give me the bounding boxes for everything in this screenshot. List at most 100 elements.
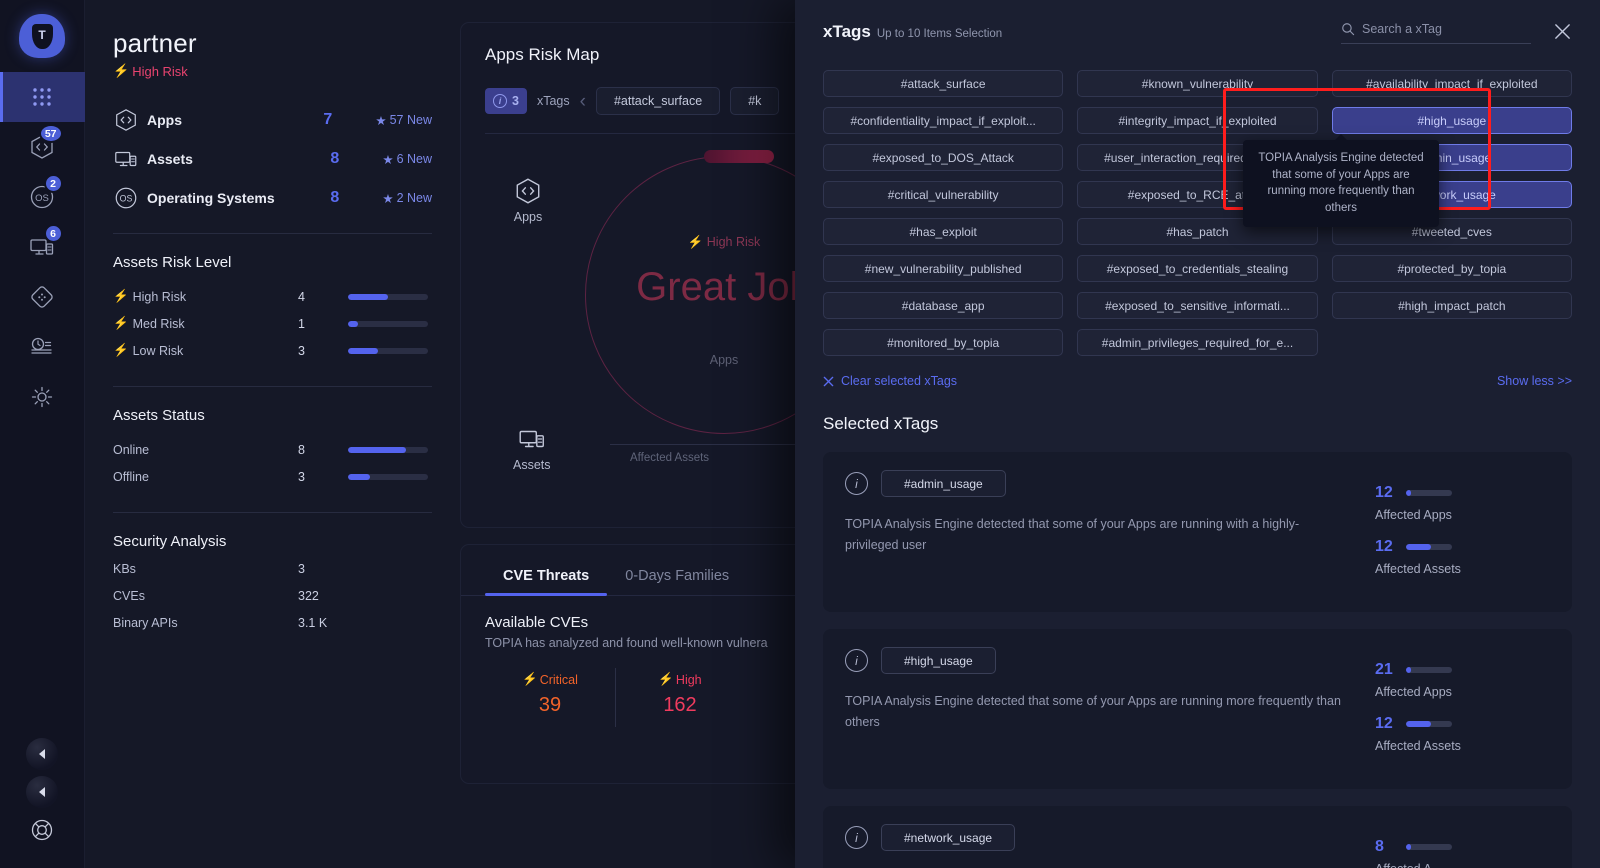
metric-value: 12	[1375, 484, 1393, 501]
selected-card-body: i #network_usage	[845, 824, 1375, 868]
metric-bar	[1406, 721, 1452, 727]
show-less-button[interactable]: Show less >>	[1497, 374, 1572, 388]
inventory-row-assets[interactable]: Assets 8 ★ 6 New	[113, 146, 432, 172]
xtag-chip[interactable]: #protected_by_topia	[1331, 255, 1572, 282]
xtag-chip[interactable]: #confidentiality_impact_if_exploit...	[823, 107, 1064, 134]
metric-affected-apps: 21 Affected Apps	[1375, 661, 1550, 699]
risk-map-y-axis-label: Apps	[513, 210, 543, 224]
risk-donut-segment	[704, 150, 774, 163]
xtag-chip[interactable]: #attack_surface	[823, 70, 1064, 97]
assets-status-title: Assets Status	[113, 407, 205, 424]
xtag-chip[interactable]: #exposed_to_sensitive_informati...	[1077, 292, 1318, 319]
assets-risk-level-title: Assets Risk Level	[113, 254, 232, 271]
metric-bar	[1406, 490, 1452, 496]
selected-card-tag[interactable]: #admin_usage	[881, 470, 1006, 497]
xtag-chip[interactable]: #new_vulnerability_published	[823, 255, 1064, 282]
info-icon[interactable]: i	[845, 826, 868, 849]
sidebar-item-reports[interactable]	[0, 322, 85, 372]
sidebar-item-assets[interactable]: 6	[0, 222, 85, 272]
lifebuoy-icon[interactable]	[26, 814, 58, 846]
xtag-strip-label: xTags	[536, 94, 570, 108]
tab-0-days-families[interactable]: 0-Days Families	[607, 568, 747, 595]
xtag-chip[interactable]: #integrity_impact_if_exploited	[1077, 107, 1318, 134]
xtag-chip[interactable]: #exposed_to_credentials_stealing	[1077, 255, 1318, 282]
bolt-icon: ⚡	[522, 672, 538, 686]
inventory-new: ★ 57 New	[375, 113, 432, 128]
risk-label-text: High Risk	[132, 289, 187, 304]
xtag-chip[interactable]: #high_impact_patch	[1331, 292, 1572, 319]
severity-label: ⚡ Critical	[485, 672, 615, 687]
svg-text:OS: OS	[120, 194, 133, 204]
search-input[interactable]	[1362, 22, 1512, 36]
info-icon[interactable]: i	[845, 472, 868, 495]
info-icon[interactable]: i	[845, 649, 868, 672]
selected-card-description: TOPIA Analysis Engine detected that some…	[845, 694, 1341, 730]
xtag-chip[interactable]: #known_vulnerability	[1077, 70, 1318, 97]
inventory-row-apps[interactable]: Apps 7 ★ 57 New	[113, 107, 432, 133]
xtag-chip[interactable]: #monitored_by_topia	[823, 329, 1064, 356]
notifications-icon[interactable]	[26, 738, 58, 770]
strip-chip-attack-surface[interactable]: #attack_surface	[595, 87, 721, 115]
inventory-label: Operating Systems	[147, 190, 275, 206]
sidebar-item-operating-systems[interactable]: OS 2	[0, 172, 85, 222]
rail-item-list: 57 OS 2 6	[0, 72, 85, 422]
search-container[interactable]	[1341, 22, 1531, 44]
metric-label: Affected A	[1375, 862, 1550, 868]
inventory-new-label: 57 New	[389, 113, 432, 127]
diamond-dots-icon	[31, 286, 53, 308]
security-row-cves: CVEs 322	[113, 589, 432, 616]
inventory-row-operating-systems[interactable]: OS Operating Systems 8 ★ 2 New	[113, 185, 432, 211]
clear-selected-xtags-label: Clear selected xTags	[841, 374, 958, 388]
security-value: 3	[298, 562, 305, 576]
status-value: 8	[298, 442, 305, 457]
star-icon: ★	[375, 113, 387, 128]
sidebar-item-patches[interactable]	[0, 272, 85, 322]
severity-high: ⚡ High 162	[615, 668, 745, 727]
xtag-chip[interactable]: #admin_privileges_required_for_e...	[1077, 329, 1318, 356]
sidebar-item-dashboard[interactable]	[0, 72, 85, 122]
selected-card-metrics: 21 Affected Apps 12 Affected Assets	[1375, 647, 1550, 769]
risk-donut-risk-text: High Risk	[706, 235, 761, 249]
selected-card-tag[interactable]: #network_usage	[881, 824, 1016, 851]
xtag-chip[interactable]: #database_app	[823, 292, 1064, 319]
severity-label-text: High	[675, 672, 702, 687]
risk-row-high: ⚡ High Risk 4	[113, 283, 432, 310]
search-icon	[1342, 23, 1355, 36]
app-logo[interactable]: T	[0, 0, 85, 72]
xtag-count-badge[interactable]: i 3	[485, 88, 527, 114]
xtag-chip-high-usage[interactable]: #high_usage	[1331, 107, 1572, 134]
xtags-drawer-header: xTags Up to 10 Items Selection	[795, 0, 1600, 46]
xtag-count-value: 3	[512, 94, 519, 108]
app-root: T 57 OS 2 6 partner ⚡ High Risk Apps 7 ★…	[0, 0, 1600, 868]
gear-icon	[31, 386, 53, 408]
sidebar-item-apps[interactable]: 57	[0, 122, 85, 172]
selected-card-header: i #network_usage	[845, 824, 1349, 851]
risk-label-text: Low Risk	[132, 343, 184, 358]
tab-cve-threats[interactable]: CVE Threats	[485, 568, 608, 596]
announcements-icon[interactable]	[26, 776, 58, 808]
security-analysis-title: Security Analysis	[113, 533, 227, 550]
selected-card-header: i #high_usage	[845, 647, 1349, 674]
selected-xtags-list: i #admin_usage TOPIA Analysis Engine det…	[823, 452, 1572, 868]
chevron-left-icon[interactable]: ‹	[580, 92, 586, 111]
metric-value: 12	[1375, 538, 1393, 555]
metric-affected-assets: 12 Affected Assets	[1375, 538, 1550, 576]
risk-bar	[348, 347, 428, 354]
xtag-chip[interactable]: #critical_vulnerability	[823, 181, 1064, 208]
selected-xtag-card-admin-usage: i #admin_usage TOPIA Analysis Engine det…	[823, 452, 1572, 612]
clear-selected-xtags-button[interactable]: Clear selected xTags	[823, 374, 957, 388]
close-icon[interactable]	[1553, 22, 1572, 46]
severity-critical: ⚡ Critical 39	[485, 672, 615, 717]
sidebar-item-settings[interactable]	[0, 372, 85, 422]
xtag-chip[interactable]: #availability_impact_if_exploited	[1331, 70, 1572, 97]
selected-card-body: i #high_usage TOPIA Analysis Engine dete…	[845, 647, 1375, 769]
inventory-label: Assets	[147, 151, 193, 167]
xtag-chip[interactable]: #exposed_to_DOS_Attack	[823, 144, 1064, 171]
risk-map-affected-label: Affected Assets	[630, 452, 710, 464]
security-label: CVEs	[113, 589, 145, 603]
strip-chip-partial[interactable]: #k	[730, 87, 780, 115]
xtag-chip[interactable]: #has_exploit	[823, 218, 1064, 245]
selected-card-tag[interactable]: #high_usage	[881, 647, 996, 674]
status-label: Offline	[113, 469, 149, 484]
code-hexagon-icon	[516, 178, 540, 204]
